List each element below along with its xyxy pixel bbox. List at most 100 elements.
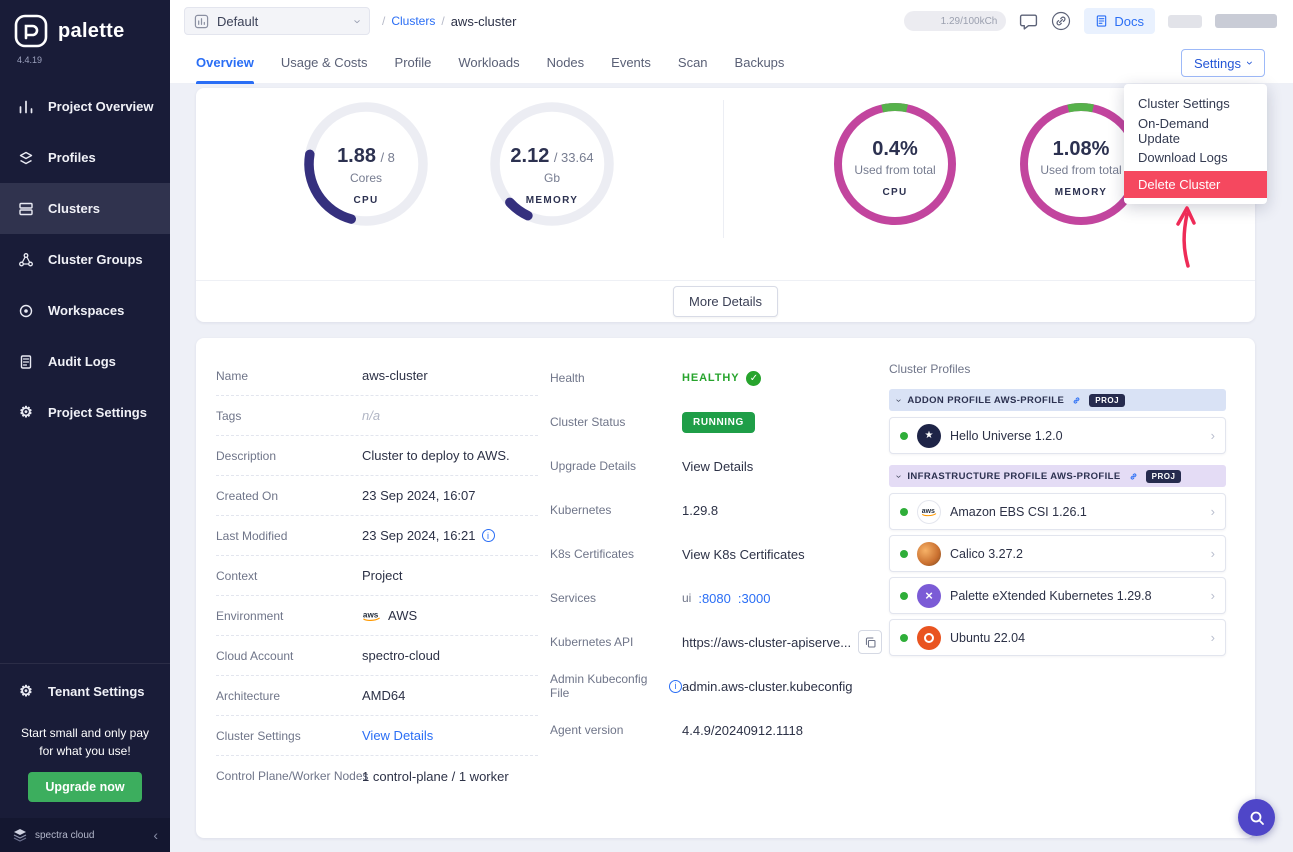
field-label: Services [550, 591, 682, 605]
breadcrumb-clusters-link[interactable]: Clusters [391, 14, 435, 28]
profile-group-name: ADDON PROFILE AWS-PROFILE [907, 395, 1064, 406]
tab-events[interactable]: Events [611, 42, 651, 84]
pack-name: Amazon EBS CSI 1.26.1 [950, 505, 1087, 519]
field-row-kubernetes-api: Kubernetes API https://aws-cluster-apise… [550, 620, 884, 664]
chat-icon[interactable] [1019, 12, 1038, 31]
chevron-down-icon: › [893, 398, 904, 401]
sidebar-item-cluster-groups[interactable]: Cluster Groups [0, 234, 170, 285]
tab-profile[interactable]: Profile [395, 42, 432, 84]
docs-button[interactable]: Docs [1084, 8, 1155, 34]
link-icon[interactable] [1051, 11, 1071, 31]
field-value: Cluster to deploy to AWS. [362, 448, 510, 463]
memory-unit: Gb [544, 171, 560, 185]
ubuntu-icon [917, 626, 941, 650]
sidebar-item-audit-logs[interactable]: Audit Logs [0, 336, 170, 387]
sidebar-item-tenant-settings[interactable]: ⚙ Tenant Settings [0, 666, 170, 717]
field-row-upgrade-details: Upgrade Details View Details [550, 444, 884, 488]
aws-logo-icon: aws [362, 609, 382, 622]
sidebar-item-project-settings[interactable]: ⚙ Project Settings [0, 387, 170, 438]
sidebar-item-clusters[interactable]: Clusters [0, 183, 170, 234]
field-label: Architecture [216, 689, 362, 703]
pack-palette-extended-kubernetes[interactable]: × Palette eXtended Kubernetes 1.29.8 › [889, 577, 1226, 614]
sidebar-item-label: Audit Logs [48, 354, 116, 369]
pack-name: Hello Universe 1.2.0 [950, 429, 1063, 443]
sidebar-item-workspaces[interactable]: Workspaces [0, 285, 170, 336]
view-details-link[interactable]: View Details [682, 459, 753, 474]
view-certificates-link[interactable]: View K8s Certificates [682, 547, 805, 562]
tab-nodes[interactable]: Nodes [547, 42, 585, 84]
cpu-gauge: 1.88 / 8 Cores CPU [296, 94, 436, 234]
brand-name: palette [58, 20, 125, 43]
service-port-link[interactable]: :8080 [698, 591, 731, 606]
gear-icon: ⚙ [17, 684, 35, 699]
pack-hello-universe[interactable]: ★ Hello Universe 1.2.0 › [889, 417, 1226, 454]
gear-icon: ⚙ [17, 405, 35, 420]
metrics-divider [723, 100, 724, 238]
service-port-link[interactable]: :3000 [738, 591, 771, 606]
sidebar-item-label: Tenant Settings [48, 684, 145, 699]
sidebar-item-project-overview[interactable]: Project Overview [0, 81, 170, 132]
addon-profile-header[interactable]: › ADDON PROFILE AWS-PROFILE PROJ [889, 389, 1226, 411]
sidebar-item-profiles[interactable]: Profiles [0, 132, 170, 183]
project-selector[interactable]: Default › [184, 7, 370, 35]
cluster-profiles-panel: Cluster Profiles › ADDON PROFILE AWS-PRO… [889, 362, 1226, 661]
usage-credits-badge: 1.29/100kCh [904, 11, 1006, 31]
field-label: Last Modified [216, 529, 362, 543]
menu-item-download-logs[interactable]: Download Logs [1124, 144, 1267, 171]
cluster-status-fields: Health HEALTHY✓ Cluster Status RUNNING U… [550, 356, 884, 752]
field-label: Description [216, 449, 362, 463]
field-value: spectro-cloud [362, 648, 440, 663]
cpu-unit: Cores [350, 171, 382, 185]
kubeconfig-download-link[interactable]: admin.aws-cluster.kubeconfig [682, 679, 853, 694]
field-value: n/a [362, 408, 380, 423]
copy-icon[interactable] [858, 630, 882, 654]
upgrade-now-button[interactable]: Upgrade now [28, 772, 141, 802]
upgrade-promo-text: Start small and only pay for what you us… [0, 717, 170, 772]
profile-group-name: INFRASTRUCTURE PROFILE AWS-PROFILE [907, 471, 1120, 482]
menu-item-on-demand-update[interactable]: On-Demand Update [1124, 117, 1267, 144]
pack-calico[interactable]: Calico 3.27.2 › [889, 535, 1226, 572]
tab-workloads[interactable]: Workloads [458, 42, 519, 84]
info-icon[interactable]: i [669, 680, 682, 693]
settings-dropdown-button[interactable]: Settings › [1181, 49, 1265, 77]
sidebar-footer: spectra cloud ‹ [0, 818, 170, 852]
settings-menu: Cluster Settings On-Demand Update Downlo… [1124, 84, 1267, 204]
info-icon[interactable]: i [482, 529, 495, 542]
profile-link-icon[interactable] [1071, 395, 1082, 406]
profile-link-icon[interactable] [1128, 471, 1139, 482]
pack-ubuntu[interactable]: Ubuntu 22.04 › [889, 619, 1226, 656]
breadcrumb-separator: / [441, 14, 444, 28]
field-row-health: Health HEALTHY✓ [550, 356, 884, 400]
sidebar-nav: Project Overview Profiles Clusters Clust… [0, 81, 170, 438]
view-details-link[interactable]: View Details [362, 728, 433, 743]
menu-item-delete-cluster[interactable]: Delete Cluster [1124, 171, 1267, 198]
hello-universe-icon: ★ [917, 424, 941, 448]
field-label: Tags [216, 409, 362, 423]
collapse-sidebar-icon[interactable]: ‹ [153, 827, 158, 843]
field-value: 23 Sep 2024, 16:07 [362, 488, 476, 503]
pack-name: Ubuntu 22.04 [950, 631, 1025, 645]
field-label: Control Plane/Worker Nodes [216, 769, 362, 783]
clusters-icon [17, 201, 35, 217]
pack-name: Palette eXtended Kubernetes 1.29.8 [950, 589, 1152, 603]
tab-scan[interactable]: Scan [678, 42, 708, 84]
field-row-services: Services ui :8080 :3000 [550, 576, 884, 620]
tab-backups[interactable]: Backups [735, 42, 785, 84]
metrics-footer: More Details [196, 280, 1255, 322]
status-dot [900, 634, 908, 642]
tab-usage-costs[interactable]: Usage & Costs [281, 42, 368, 84]
topbar-actions: 1.29/100kCh Docs [904, 8, 1277, 34]
tab-overview[interactable]: Overview [196, 42, 254, 84]
field-label: Health [550, 371, 682, 385]
help-search-fab[interactable] [1238, 799, 1275, 836]
more-details-button[interactable]: More Details [673, 286, 778, 317]
menu-item-cluster-settings[interactable]: Cluster Settings [1124, 90, 1267, 117]
pack-amazon-ebs-csi[interactable]: aws Amazon EBS CSI 1.26.1 › [889, 493, 1226, 530]
field-row-context: Context Project [216, 556, 538, 596]
field-label: Name [216, 369, 362, 383]
field-label: Admin Kubeconfig File [550, 672, 664, 700]
breadcrumb-current: aws-cluster [451, 14, 517, 29]
svg-text:aws: aws [363, 610, 379, 619]
cpu-used-value: 1.88 [337, 145, 376, 167]
infrastructure-profile-header[interactable]: › INFRASTRUCTURE PROFILE AWS-PROFILE PRO… [889, 465, 1226, 487]
